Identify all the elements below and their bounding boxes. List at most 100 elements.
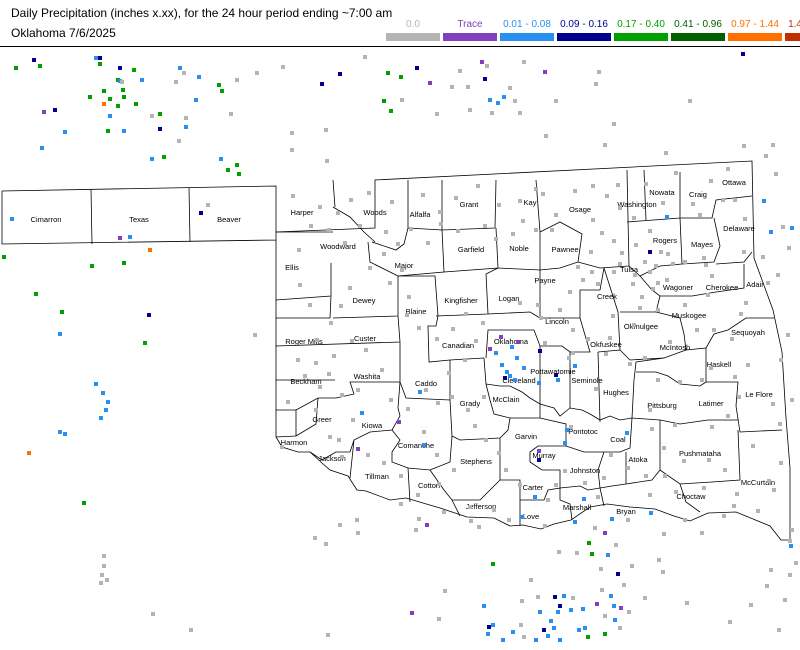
station-marker [779, 461, 783, 465]
station-marker [609, 594, 613, 598]
station-marker [105, 578, 109, 582]
station-marker [556, 378, 560, 382]
station-marker [143, 341, 147, 345]
station-marker [618, 206, 622, 210]
county-label: Cotton [418, 481, 440, 490]
station-marker [591, 184, 595, 188]
station-marker [162, 155, 166, 159]
station-marker [504, 468, 508, 472]
station-marker [603, 614, 607, 618]
station-marker [654, 264, 658, 268]
station-marker [122, 95, 126, 99]
legend-label-3: 0.09 - 0.16 [560, 19, 608, 30]
station-marker [318, 205, 322, 209]
station-marker [569, 425, 573, 429]
station-marker [106, 400, 110, 404]
legend-swatch-6 [728, 33, 782, 41]
station-marker [537, 458, 541, 462]
station-marker [771, 143, 775, 147]
station-marker [303, 374, 307, 378]
station-marker [442, 510, 446, 514]
station-marker [122, 261, 126, 265]
station-marker [63, 432, 67, 436]
station-marker [582, 497, 586, 501]
station-marker [744, 301, 748, 305]
legend-swatch-2 [500, 33, 554, 41]
station-marker [178, 66, 182, 70]
station-marker [399, 474, 403, 478]
station-marker [751, 444, 755, 448]
station-marker [396, 242, 400, 246]
station-marker [468, 505, 472, 509]
station-marker [597, 70, 601, 74]
station-marker [649, 511, 653, 515]
county-label: Delaware [723, 224, 755, 233]
station-marker [586, 635, 590, 639]
station-marker [435, 453, 439, 457]
station-marker [184, 125, 188, 129]
station-marker [491, 562, 495, 566]
station-marker [515, 356, 519, 360]
station-marker [99, 581, 103, 585]
station-marker [678, 380, 682, 384]
station-marker [554, 373, 558, 377]
station-marker [492, 508, 496, 512]
legend-label-6: 0.97 - 1.44 [731, 19, 779, 30]
station-marker [726, 414, 730, 418]
station-marker [229, 112, 233, 116]
station-marker [618, 262, 622, 266]
station-marker [120, 80, 124, 84]
county-label: Noble [509, 244, 529, 253]
station-marker [518, 111, 522, 115]
station-marker [625, 431, 629, 435]
county-label: Ottawa [722, 178, 747, 187]
station-marker [513, 99, 517, 103]
station-marker [665, 215, 669, 219]
station-marker [101, 391, 105, 395]
station-marker [38, 64, 42, 68]
station-marker [447, 371, 451, 375]
station-marker [665, 278, 669, 282]
station-marker [609, 453, 613, 457]
station-marker [671, 262, 675, 266]
station-marker [2, 255, 6, 259]
station-marker [313, 536, 317, 540]
station-marker [567, 356, 571, 360]
station-marker [438, 210, 442, 214]
county-label: Pushmataha [679, 449, 722, 458]
station-marker [177, 139, 181, 143]
station-marker [150, 157, 154, 161]
station-marker [536, 303, 540, 307]
station-marker [586, 337, 590, 341]
station-marker [42, 110, 46, 114]
station-marker [538, 349, 542, 353]
station-marker [382, 461, 386, 465]
station-marker [573, 189, 577, 193]
county-label: Harper [291, 208, 314, 217]
station-marker [614, 543, 618, 547]
station-marker [58, 332, 62, 336]
station-marker [452, 468, 456, 472]
station-marker [476, 184, 480, 188]
station-marker [10, 217, 14, 221]
station-marker [466, 408, 470, 412]
station-marker [643, 356, 647, 360]
station-marker [518, 483, 522, 487]
county-label: Grant [460, 200, 480, 209]
station-marker [575, 551, 579, 555]
county-label: Washington [617, 200, 656, 209]
station-marker [662, 446, 666, 450]
county-label: McClain [492, 395, 519, 404]
station-marker [769, 230, 773, 234]
station-marker [571, 328, 575, 332]
station-marker [590, 270, 594, 274]
station-marker [573, 520, 577, 524]
station-marker [722, 514, 726, 518]
station-marker [329, 321, 333, 325]
station-marker [700, 378, 704, 382]
station-marker [552, 626, 556, 630]
station-marker [511, 232, 515, 236]
station-marker [337, 438, 341, 442]
station-marker [314, 408, 318, 412]
station-marker [397, 420, 401, 424]
